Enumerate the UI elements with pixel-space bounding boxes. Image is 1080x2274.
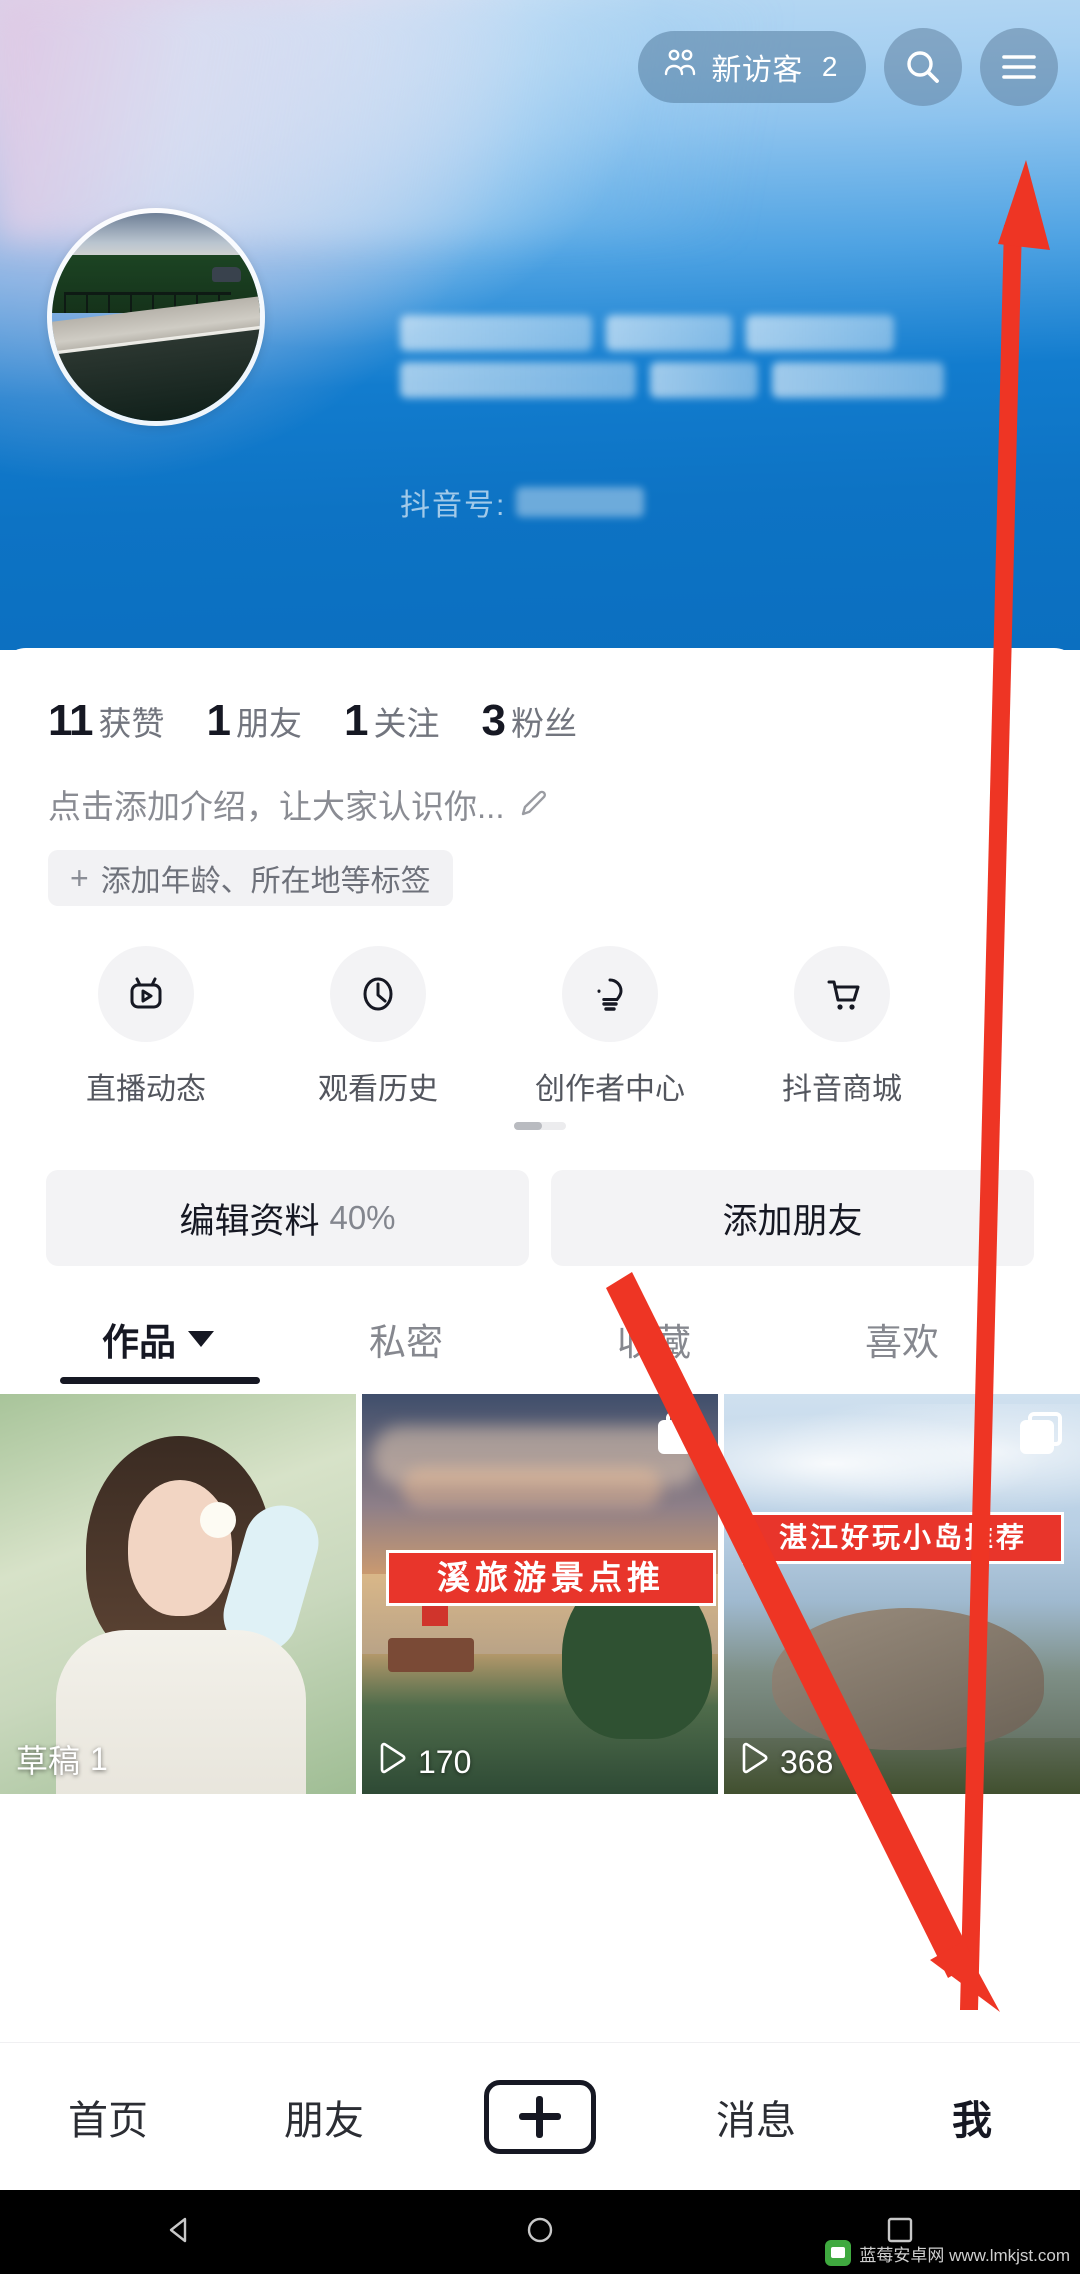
- triangle-back-icon[interactable]: [162, 2212, 198, 2253]
- stats-row: 11 获赞 1 朋友 1 关注 3 粉丝: [0, 648, 1080, 746]
- edit-profile-percent: 40%: [329, 1199, 396, 1236]
- douyin-id-value-blurred: [516, 487, 645, 517]
- avatar[interactable]: [47, 208, 265, 426]
- play-icon: [740, 1742, 770, 1782]
- search-button[interactable]: [884, 28, 962, 106]
- tab-works[interactable]: 作品: [34, 1312, 282, 1384]
- watermark-text: 蓝莓安卓网 www.lmkjst.com: [859, 2245, 1070, 2265]
- tab-favorites-label: 收藏: [617, 1322, 691, 1363]
- stat-friends-count: 1: [206, 696, 232, 745]
- shopping-cart-icon: [794, 946, 890, 1042]
- video-grid: 草稿 1 溪旅游景点推 170 湛江好玩小岛推荐 368: [0, 1384, 1080, 1794]
- shortcut-history[interactable]: 观看历史: [262, 946, 494, 1108]
- stat-following[interactable]: 1 关注: [344, 696, 439, 746]
- grid-item-video-1[interactable]: 溪旅游景点推 170: [362, 1394, 718, 1794]
- tab-favorites[interactable]: 收藏: [530, 1312, 778, 1384]
- add-tags-button[interactable]: + 添加年龄、所在地等标签: [48, 850, 453, 906]
- tab-works-label: 作品: [102, 1322, 176, 1363]
- stat-likes-label: 获赞: [98, 705, 165, 742]
- play-icon: [378, 1742, 408, 1782]
- active-tab-underline: [60, 1377, 260, 1384]
- nav-item-me[interactable]: 我: [864, 2088, 1080, 2146]
- edit-profile-label: 编辑资料: [179, 1201, 320, 1241]
- nav-item-messages[interactable]: 消息: [648, 2088, 864, 2146]
- chevron-down-icon[interactable]: [188, 1331, 214, 1347]
- plus-icon: +: [70, 859, 89, 896]
- grid-item-draft[interactable]: 草稿 1: [0, 1394, 356, 1794]
- shortcut-live-label: 直播动态: [86, 1073, 206, 1106]
- content-tabs: 作品 私密 收藏 喜欢: [34, 1266, 1080, 1384]
- add-tags-label: 添加年龄、所在地等标签: [100, 865, 431, 898]
- menu-button[interactable]: [980, 28, 1058, 106]
- hamburger-menu-icon: [998, 51, 1040, 83]
- bottom-navigation-bar: 首页 朋友 消息 我: [0, 2042, 1080, 2190]
- bio-placeholder-text: 点击添加介绍，让大家认识你...: [48, 788, 505, 825]
- stat-followers[interactable]: 3 粉丝: [481, 696, 576, 746]
- action-buttons-row: 编辑资料 40% 添加朋友: [0, 1130, 1080, 1266]
- stat-likes[interactable]: 11 获赞: [48, 696, 165, 746]
- stat-followers-count: 3: [481, 696, 506, 745]
- edit-profile-button[interactable]: 编辑资料 40%: [46, 1170, 529, 1266]
- add-friend-button[interactable]: 添加朋友: [551, 1170, 1034, 1266]
- douyin-id-label: 抖音号:: [400, 489, 507, 522]
- grid-item-draft-label: 草稿: [16, 1743, 81, 1779]
- stat-friends-label: 朋友: [236, 705, 302, 742]
- clock-icon: [330, 946, 426, 1042]
- tab-liked[interactable]: 喜欢: [778, 1312, 1026, 1384]
- stat-following-count: 1: [344, 696, 369, 745]
- grid-item-video-1-count: 170: [418, 1743, 472, 1780]
- header-toolbar: 新访客 2: [638, 28, 1058, 106]
- lightbulb-icon: [562, 946, 658, 1042]
- grid-item-video-1-banner-text: 溪旅游景点推: [437, 1559, 665, 1596]
- grid-item-draft-count: 1: [90, 1740, 108, 1777]
- visitors-icon: [662, 48, 698, 86]
- stat-friends[interactable]: 1 朋友: [207, 696, 302, 746]
- grid-item-video-2-banner: 湛江好玩小岛推荐: [742, 1512, 1064, 1564]
- live-tv-icon: [98, 946, 194, 1042]
- avatar-image: [52, 213, 260, 421]
- add-friend-label: 添加朋友: [722, 1201, 863, 1241]
- nickname-blurred: [400, 315, 944, 398]
- new-visitors-label: 新访客: [711, 54, 803, 87]
- shortcut-creator-center[interactable]: 创作者中心: [494, 946, 726, 1108]
- shortcut-history-label: 观看历史: [318, 1073, 438, 1106]
- multi-image-icon: [1018, 1412, 1062, 1456]
- circle-home-icon[interactable]: [522, 2212, 558, 2253]
- watermark: 蓝莓安卓网 www.lmkjst.com: [825, 2240, 1070, 2266]
- douyin-id-row: 抖音号:: [400, 480, 645, 524]
- stat-following-label: 关注: [373, 705, 440, 742]
- grid-item-video-2[interactable]: 湛江好玩小岛推荐 368: [724, 1394, 1080, 1794]
- plus-create-icon: [484, 2079, 596, 2154]
- grid-item-video-1-meta: 170: [378, 1742, 471, 1782]
- profile-sheet: 11 获赞 1 朋友 1 关注 3 粉丝 点击添加介绍，让大家认识你... + …: [0, 648, 1080, 2042]
- search-icon: [902, 46, 944, 88]
- pencil-icon: [517, 787, 551, 821]
- nav-item-home[interactable]: 首页: [0, 2088, 216, 2146]
- shortcut-creator-center-label: 创作者中心: [535, 1073, 685, 1106]
- grid-item-video-2-banner-text: 湛江好玩小岛推荐: [778, 1522, 1027, 1553]
- shortcuts-page-indicator: [0, 1122, 1080, 1130]
- tab-liked-label: 喜欢: [865, 1322, 939, 1363]
- bio-placeholder-row[interactable]: 点击添加介绍，让大家认识你...: [0, 746, 1080, 828]
- watermark-logo-icon: [825, 2240, 852, 2266]
- grid-item-video-2-count: 368: [780, 1743, 834, 1780]
- shortcuts-row: 直播动态 观看历史 创作者中心 抖音商城: [30, 906, 1080, 1108]
- new-visitors-count: 2: [821, 51, 838, 82]
- stat-likes-count: 11: [48, 696, 94, 745]
- stat-followers-label: 粉丝: [510, 705, 577, 742]
- nav-item-friends[interactable]: 朋友: [216, 2088, 432, 2146]
- multi-image-icon: [656, 1412, 700, 1456]
- grid-item-draft-meta: 草稿 1: [16, 1736, 108, 1782]
- grid-item-video-1-banner: 溪旅游景点推: [386, 1550, 716, 1606]
- shortcut-mall-label: 抖音商城: [782, 1073, 902, 1106]
- shortcut-mall[interactable]: 抖音商城: [726, 946, 958, 1108]
- tab-private-label: 私密: [369, 1322, 443, 1363]
- grid-item-video-2-meta: 368: [740, 1742, 833, 1782]
- new-visitors-button[interactable]: 新访客 2: [638, 31, 866, 103]
- tab-private[interactable]: 私密: [282, 1312, 530, 1384]
- douyin-profile-screen: 新访客 2 抖音号: 11 获赞 1 朋友 1 关注 3 粉丝 点击添加介绍，让…: [0, 0, 1080, 2274]
- shortcut-live[interactable]: 直播动态: [30, 946, 262, 1108]
- nav-item-create[interactable]: [432, 2079, 648, 2154]
